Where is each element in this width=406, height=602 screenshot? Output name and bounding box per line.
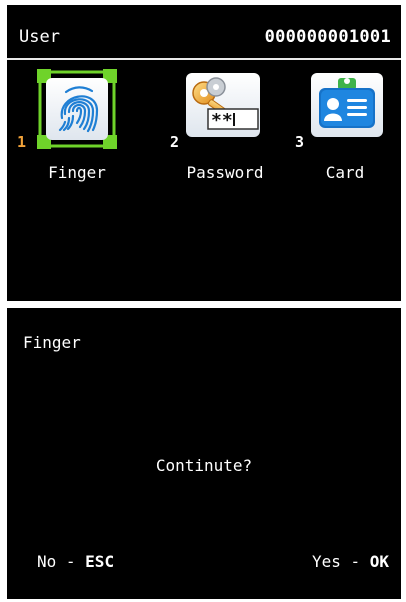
screen-title: User — [19, 27, 60, 47]
verify-mode-screen: User 000000001001 1 Finger ** 2 Password… — [7, 5, 401, 301]
no-esc-button[interactable]: No - ESC — [37, 552, 114, 572]
option-label: Finger — [48, 163, 106, 182]
dialog-title: Finger — [23, 333, 81, 352]
confirm-prompt: Continute? — [155, 456, 253, 475]
option-number: 2 — [170, 133, 180, 151]
svg-text:**: ** — [211, 110, 233, 131]
key-password-icon: ** — [186, 73, 260, 137]
ok-key-label: OK — [369, 552, 389, 571]
option-password[interactable]: ** 2 Password — [155, 65, 275, 195]
confirm-screen: Finger Continute? No - ESC Yes - OK — [7, 308, 401, 599]
no-label: No - — [37, 552, 86, 571]
option-number: 3 — [295, 133, 305, 151]
yes-label: Yes - — [311, 552, 370, 571]
option-card[interactable]: 3 Card — [287, 65, 401, 195]
user-id: 000000001001 — [264, 27, 391, 47]
yes-ok-button[interactable]: Yes - OK — [312, 552, 389, 572]
title-bar: User 000000001001 — [7, 5, 401, 60]
option-label: Password — [186, 163, 264, 182]
option-label: Card — [325, 163, 365, 182]
fingerprint-icon — [46, 78, 108, 140]
option-finger[interactable]: 1 Finger — [17, 65, 137, 195]
id-card-icon — [311, 73, 383, 137]
option-number: 1 — [17, 133, 27, 151]
esc-key-label: ESC — [85, 552, 115, 571]
